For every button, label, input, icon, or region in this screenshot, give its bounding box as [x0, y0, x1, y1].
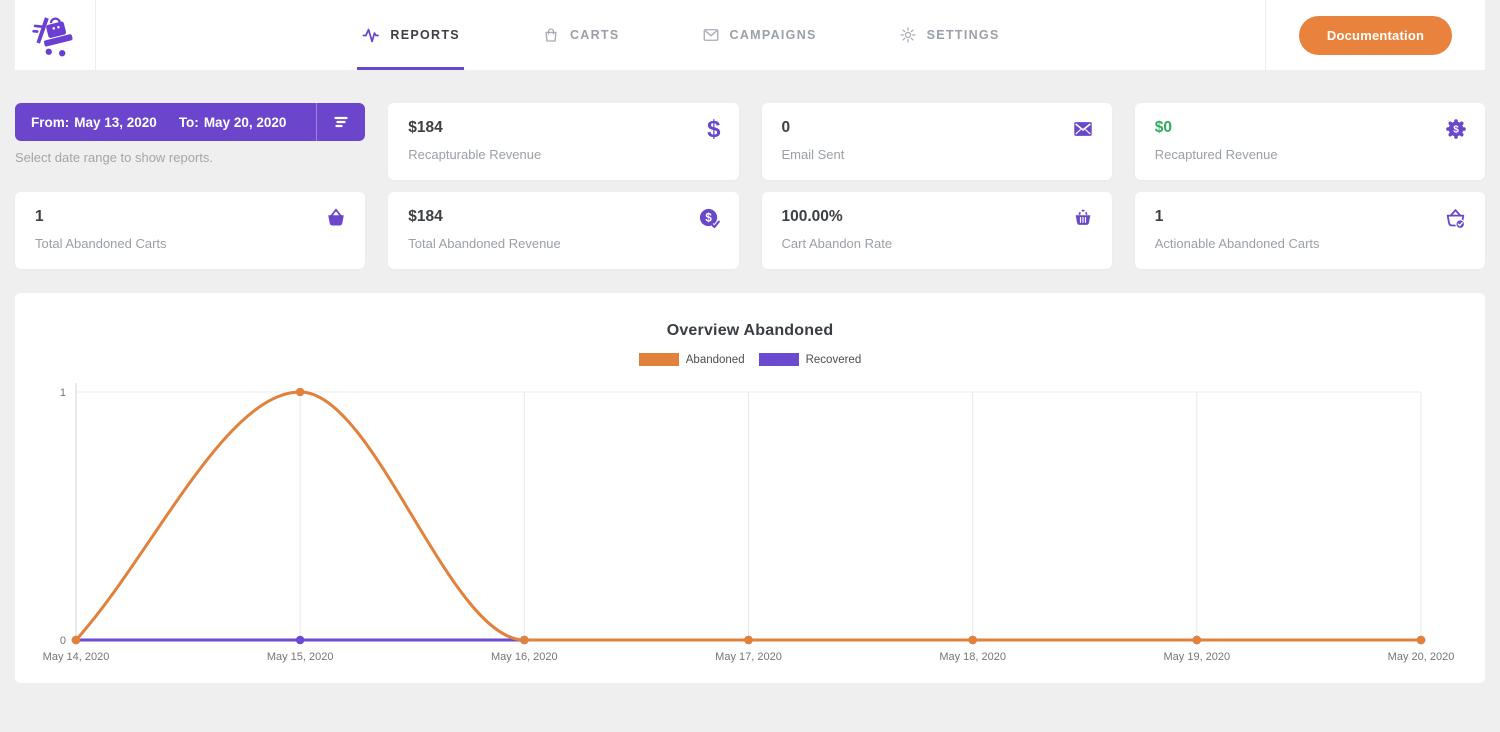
- stat-value: 1: [35, 208, 345, 226]
- date-range-picker[interactable]: From: May 13, 2020 To: May 20, 2020: [15, 103, 365, 141]
- stat-label: Cart Abandon Rate: [782, 236, 1092, 251]
- dollar-icon: $: [707, 118, 720, 142]
- legend-label: Abandoned: [686, 354, 745, 366]
- main-nav: REPORTS CARTS CAMPAIGNS SETTINGS: [96, 0, 1265, 70]
- data-point-abandoned: [1417, 636, 1426, 645]
- stat-card-cart-abandon-rate: 100.00% Cart Abandon Rate: [762, 192, 1112, 269]
- y-tick-label: 0: [60, 635, 66, 647]
- x-tick-label: May 16, 2020: [491, 651, 558, 663]
- data-point-abandoned: [72, 636, 81, 645]
- legend-swatch: [639, 353, 679, 366]
- app-logo[interactable]: [15, 0, 96, 70]
- stat-label: Total Abandoned Revenue: [408, 236, 718, 251]
- tab-label: CAMPAIGNS: [730, 28, 817, 42]
- data-point-abandoned: [744, 636, 753, 645]
- x-tick-label: May 18, 2020: [939, 651, 1006, 663]
- chart-panel: Overview Abandoned Abandoned Recovered 0 1…: [15, 293, 1485, 683]
- stats-grid: From: May 13, 2020 To: May 20, 2020 Sele…: [15, 103, 1485, 269]
- shopping-bag-icon: [542, 26, 560, 44]
- stat-card-actionable-abandoned-carts: 1 Actionable Abandoned Carts: [1135, 192, 1485, 269]
- tab-carts[interactable]: CARTS: [538, 0, 624, 70]
- stat-card-recapturable-revenue: $184 Recapturable Revenue $: [388, 103, 738, 180]
- data-point-recovered: [296, 636, 305, 645]
- stat-card-total-abandoned-revenue: $184 Total Abandoned Revenue $: [388, 192, 738, 269]
- tab-settings[interactable]: SETTINGS: [895, 0, 1004, 70]
- documentation-button[interactable]: Documentation: [1299, 16, 1452, 55]
- stat-label: Email Sent: [782, 147, 1092, 162]
- basket-stripes-icon: [1072, 207, 1094, 234]
- tab-campaigns[interactable]: CAMPAIGNS: [698, 0, 821, 70]
- stat-value: 100.00%: [782, 208, 1092, 226]
- to-value: May 20, 2020: [204, 115, 287, 130]
- stat-value: 0: [782, 119, 1092, 137]
- stat-value: $184: [408, 119, 718, 137]
- overview-abandoned-chart: 0 1 May 14, 2020 May 15, 2020 May 16, 2020 Ma…: [16, 378, 1484, 676]
- from-value: May 13, 2020: [74, 115, 157, 130]
- stat-card-recaptured-revenue: $0 Recaptured Revenue $: [1135, 103, 1485, 180]
- stat-value: $184: [408, 208, 718, 226]
- tab-label: SETTINGS: [927, 28, 1000, 42]
- badge-dollar-icon: $: [1445, 118, 1467, 145]
- activity-icon: [361, 26, 380, 45]
- from-label: From:: [31, 115, 69, 130]
- legend-swatch: [759, 353, 799, 366]
- cart-logo-icon: [32, 12, 78, 58]
- legend-label: Recovered: [806, 354, 862, 366]
- chart-title: Overview Abandoned: [15, 322, 1485, 340]
- x-tick-label: May 20, 2020: [1388, 651, 1455, 663]
- filter-icon[interactable]: [317, 103, 365, 141]
- date-filter-cell: From: May 13, 2020 To: May 20, 2020 Sele…: [15, 103, 365, 180]
- stat-value: 1: [1155, 208, 1465, 226]
- stat-label: Recapturable Revenue: [408, 147, 718, 162]
- svg-text:$: $: [1453, 125, 1459, 136]
- basket-icon: [325, 207, 347, 234]
- x-tick-label: May 14, 2020: [43, 651, 110, 663]
- data-point-abandoned: [520, 636, 529, 645]
- y-tick-label: 1: [60, 387, 66, 399]
- legend-item-recovered: Recovered: [759, 353, 862, 366]
- envelope-filled-icon: [1072, 118, 1094, 145]
- tab-reports[interactable]: REPORTS: [357, 0, 464, 70]
- to-label: To:: [179, 115, 199, 130]
- tab-label: CARTS: [570, 28, 620, 42]
- tab-label: REPORTS: [390, 28, 460, 42]
- header-right: Documentation: [1265, 0, 1485, 70]
- x-tick-label: May 17, 2020: [715, 651, 782, 663]
- stat-label: Recaptured Revenue: [1155, 147, 1465, 162]
- x-tick-label: May 19, 2020: [1164, 651, 1231, 663]
- data-point-abandoned: [968, 636, 977, 645]
- stat-label: Total Abandoned Carts: [35, 236, 345, 251]
- svg-text:$: $: [705, 213, 712, 225]
- date-hint: Select date range to show reports.: [15, 150, 365, 165]
- top-header: REPORTS CARTS CAMPAIGNS SETTINGS Documentat…: [15, 0, 1485, 70]
- basket-check-icon: [1444, 207, 1467, 235]
- stat-card-email-sent: 0 Email Sent: [762, 103, 1112, 180]
- chart-legend: Abandoned Recovered: [15, 353, 1485, 366]
- stat-card-total-abandoned-carts: 1 Total Abandoned Carts: [15, 192, 365, 269]
- legend-item-abandoned: Abandoned: [639, 353, 745, 366]
- stat-label: Actionable Abandoned Carts: [1155, 236, 1465, 251]
- envelope-icon: [702, 26, 720, 44]
- coin-check-icon: $: [698, 207, 721, 235]
- stat-value: $0: [1155, 119, 1465, 137]
- data-point-abandoned: [1193, 636, 1202, 645]
- gear-icon: [899, 26, 917, 44]
- chart-container: 0 1 May 14, 2020 May 15, 2020 May 16, 2020 Ma…: [15, 378, 1485, 681]
- data-point-abandoned: [296, 388, 305, 397]
- x-tick-label: May 15, 2020: [267, 651, 334, 663]
